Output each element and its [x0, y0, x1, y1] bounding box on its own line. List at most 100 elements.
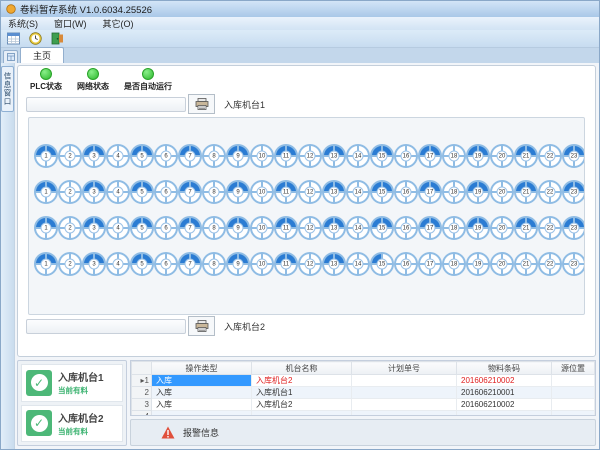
reel-slot[interactable]: 9: [226, 180, 250, 204]
reel-slot[interactable]: 10: [250, 180, 274, 204]
reel-slot[interactable]: 14: [346, 144, 370, 168]
machine-status-card[interactable]: ✓入库机台1当前有料: [21, 364, 123, 402]
menu-item[interactable]: 系统(S): [8, 17, 38, 30]
calendar-icon[interactable]: [6, 31, 21, 46]
reel-slot[interactable]: 10: [250, 216, 274, 240]
reel-slot[interactable]: 13: [322, 252, 346, 276]
table-cell[interactable]: 201606210001: [457, 387, 552, 399]
menu-item[interactable]: 其它(O): [103, 17, 134, 30]
table-cell[interactable]: 入库机台2: [252, 375, 352, 387]
reel-slot[interactable]: 7: [178, 180, 202, 204]
reel-slot[interactable]: 8: [202, 252, 226, 276]
reel-slot[interactable]: 4: [106, 144, 130, 168]
reel-slot[interactable]: 13: [322, 216, 346, 240]
reel-slot[interactable]: 3: [82, 144, 106, 168]
alarm-panel-header[interactable]: 报警信息: [130, 419, 596, 446]
reel-slot[interactable]: 10: [250, 144, 274, 168]
clock-icon[interactable]: [28, 31, 43, 46]
reel-slot[interactable]: 7: [178, 252, 202, 276]
column-header[interactable]: 计划单号: [352, 362, 457, 375]
table-cell[interactable]: [352, 411, 457, 417]
reel-slot[interactable]: 8: [202, 180, 226, 204]
reel-slot[interactable]: 9: [226, 144, 250, 168]
reel-slot[interactable]: 12: [298, 144, 322, 168]
column-header[interactable]: 物料条码: [457, 362, 552, 375]
reel-slot[interactable]: 12: [298, 252, 322, 276]
table-cell[interactable]: [352, 387, 457, 399]
table-cell[interactable]: 入库: [152, 399, 252, 411]
reel-slot[interactable]: 5: [130, 252, 154, 276]
reel-slot[interactable]: 6: [154, 144, 178, 168]
reel-slot[interactable]: 22: [538, 216, 562, 240]
table-cell[interactable]: 入库机台1: [252, 387, 352, 399]
reel-slot[interactable]: 21: [514, 216, 538, 240]
reel-slot[interactable]: 5: [130, 180, 154, 204]
reel-slot[interactable]: 20: [490, 252, 514, 276]
table-cell[interactable]: 入库: [152, 375, 252, 387]
reel-slot[interactable]: 6: [154, 252, 178, 276]
reel-slot[interactable]: 13: [322, 144, 346, 168]
reel-slot[interactable]: 23: [562, 216, 585, 240]
reel-slot[interactable]: 15: [370, 144, 394, 168]
reel-slot[interactable]: 18: [442, 216, 466, 240]
reel-slot[interactable]: 2: [58, 252, 82, 276]
reel-slot[interactable]: 17: [418, 216, 442, 240]
reel-slot[interactable]: 9: [226, 252, 250, 276]
reel-slot[interactable]: 19: [466, 180, 490, 204]
reel-slot[interactable]: 19: [466, 144, 490, 168]
reel-slot[interactable]: 7: [178, 216, 202, 240]
print-button-machine2[interactable]: [188, 316, 215, 336]
table-row[interactable]: 2入库入库机台1201606210001: [132, 387, 595, 399]
table-cell[interactable]: [352, 399, 457, 411]
reel-slot[interactable]: 3: [82, 216, 106, 240]
reel-slot[interactable]: 15: [370, 180, 394, 204]
table-cell[interactable]: 入库: [152, 387, 252, 399]
reel-slot[interactable]: 21: [514, 252, 538, 276]
reel-slot[interactable]: 20: [490, 180, 514, 204]
reel-slot[interactable]: 14: [346, 216, 370, 240]
table-row[interactable]: 4: [132, 411, 595, 417]
record-table[interactable]: 操作类型机台名称计划单号物料条码源位置 ▸1入库入库机台220160621000…: [130, 360, 596, 416]
reel-slot[interactable]: 19: [466, 252, 490, 276]
reel-slot[interactable]: 23: [562, 252, 585, 276]
reel-slot[interactable]: 1: [34, 216, 58, 240]
table-cell[interactable]: [352, 375, 457, 387]
reel-slot[interactable]: 4: [106, 216, 130, 240]
reel-slot[interactable]: 17: [418, 252, 442, 276]
table-cell[interactable]: [152, 411, 252, 417]
column-header[interactable]: 源位置: [552, 362, 595, 375]
reel-slot[interactable]: 5: [130, 216, 154, 240]
reel-slot[interactable]: 1: [34, 180, 58, 204]
menu-item[interactable]: 窗口(W): [54, 17, 87, 30]
table-row[interactable]: ▸1入库入库机台2201606210002: [132, 375, 595, 387]
table-cell[interactable]: [552, 411, 595, 417]
reel-slot[interactable]: 4: [106, 252, 130, 276]
table-cell[interactable]: [252, 411, 352, 417]
exit-icon[interactable]: [50, 31, 65, 46]
reel-slot[interactable]: 8: [202, 216, 226, 240]
reel-slot[interactable]: 7: [178, 144, 202, 168]
reel-slot[interactable]: 14: [346, 180, 370, 204]
reel-slot[interactable]: 12: [298, 216, 322, 240]
reel-slot[interactable]: 9: [226, 216, 250, 240]
reel-slot[interactable]: 16: [394, 216, 418, 240]
reel-slot[interactable]: 13: [322, 180, 346, 204]
reel-slot[interactable]: 17: [418, 144, 442, 168]
reel-slot[interactable]: 6: [154, 180, 178, 204]
reel-slot[interactable]: 11: [274, 144, 298, 168]
machine-status-card[interactable]: ✓入库机台2当前有料: [21, 405, 123, 443]
reel-slot[interactable]: 17: [418, 180, 442, 204]
reel-slot[interactable]: 1: [34, 144, 58, 168]
reel-slot[interactable]: 19: [466, 216, 490, 240]
table-cell[interactable]: 201606210002: [457, 375, 552, 387]
reel-slot[interactable]: 18: [442, 144, 466, 168]
table-row[interactable]: 3入库入库机台2201606210002: [132, 399, 595, 411]
reel-slot[interactable]: 18: [442, 180, 466, 204]
reel-slot[interactable]: 20: [490, 216, 514, 240]
reel-slot[interactable]: 11: [274, 180, 298, 204]
reel-slot[interactable]: 23: [562, 144, 585, 168]
reel-slot[interactable]: 2: [58, 180, 82, 204]
reel-slot[interactable]: 16: [394, 180, 418, 204]
reel-slot[interactable]: 22: [538, 252, 562, 276]
table-cell[interactable]: [552, 399, 595, 411]
